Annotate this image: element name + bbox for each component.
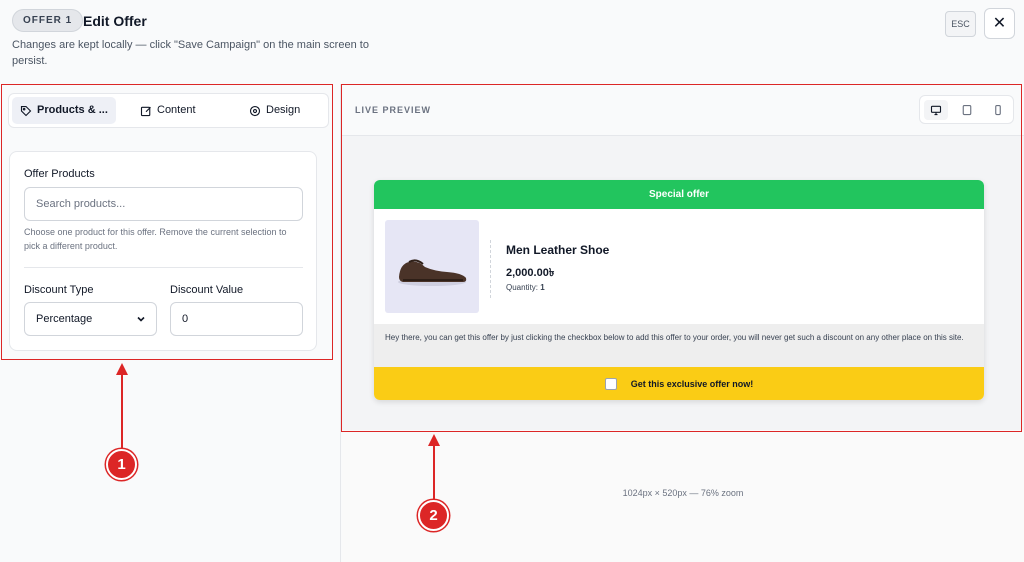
discount-value-input[interactable]: 0	[170, 302, 303, 336]
preview-canvas: Special offer Men Leather Shoe 2,000.00৳…	[342, 136, 1024, 430]
divider	[24, 267, 303, 268]
tab-content[interactable]: Content	[140, 97, 196, 124]
edit-icon	[140, 106, 151, 116]
discount-type-value: Percentage	[36, 313, 93, 325]
zoom-info: 1024px × 520px — 76% zoom	[622, 488, 744, 498]
quantity-value: 1	[540, 283, 545, 292]
tablet-icon	[962, 104, 972, 116]
tablet-view-button[interactable]	[955, 100, 979, 120]
discount-value: 0	[182, 313, 189, 325]
product-name: Men Leather Shoe	[506, 243, 610, 257]
product-separator	[490, 240, 491, 298]
subtitle: Changes are kept locally — click "Save C…	[12, 39, 369, 67]
product-image	[385, 220, 479, 313]
tab-products-label: Products & ...	[37, 104, 108, 116]
offer-products-card: Offer Products Search products... Choose…	[9, 151, 317, 351]
quantity-label: Quantity:	[506, 283, 539, 292]
preview-header: LIVE PREVIEW	[342, 84, 1024, 136]
left-panel: Products & ... Content Design Offer Prod…	[0, 84, 341, 562]
tab-design-label: Design	[266, 104, 301, 116]
page-title: Edit Offer	[83, 13, 147, 29]
header: OFFER 1 Edit Offer Changes are kept loca…	[0, 0, 1024, 84]
tab-products[interactable]: Products & ...	[12, 97, 116, 124]
discount-type-select[interactable]: Percentage	[24, 302, 157, 336]
product-price: 2,000.00৳	[506, 267, 555, 279]
offer-badge: OFFER 1	[12, 9, 84, 32]
discount-value-label: Discount Value	[170, 284, 244, 296]
tab-bar: Products & ... Content Design	[8, 93, 329, 128]
desktop-view-button[interactable]	[924, 100, 948, 120]
annotation-arrow-2	[433, 443, 435, 503]
search-input[interactable]: Search products...	[24, 187, 303, 221]
live-preview-label: LIVE PREVIEW	[355, 105, 432, 115]
palette-icon	[249, 105, 261, 116]
annotation-marker-1: 1	[106, 449, 137, 480]
mobile-view-button[interactable]	[986, 100, 1010, 120]
esc-key-hint[interactable]: ESC	[945, 11, 976, 37]
device-switcher	[919, 95, 1014, 124]
preview-panel: LIVE PREVIEW Special offer Men Leather S…	[342, 84, 1024, 562]
mobile-icon	[995, 104, 1001, 116]
search-placeholder: Search products...	[36, 198, 126, 210]
close-button[interactable]: ✕	[984, 8, 1015, 39]
tab-design[interactable]: Design	[249, 97, 300, 124]
offer-checkbox[interactable]	[604, 377, 617, 390]
offer-description: Hey there, you can get this offer by jus…	[374, 324, 984, 367]
close-icon: ✕	[992, 15, 1007, 32]
offer-heading: Special offer	[374, 180, 984, 209]
chevron-down-icon	[137, 316, 145, 322]
offer-card: Special offer Men Leather Shoe 2,000.00৳…	[374, 180, 984, 400]
shoe-image	[398, 259, 467, 286]
offer-products-label: Offer Products	[24, 168, 95, 180]
tab-content-label: Content	[157, 104, 196, 116]
discount-type-label: Discount Type	[24, 284, 94, 296]
offer-cta[interactable]: Get this exclusive offer now!	[374, 367, 984, 400]
desktop-icon	[930, 105, 942, 116]
help-text: Choose one product for this offer. Remov…	[24, 227, 287, 251]
product-quantity: Quantity: 1	[506, 283, 545, 292]
offer-cta-label: Get this exclusive offer now!	[630, 378, 754, 389]
annotation-marker-2: 2	[418, 500, 449, 531]
annotation-arrow-1	[121, 372, 123, 452]
tag-icon	[20, 105, 32, 116]
